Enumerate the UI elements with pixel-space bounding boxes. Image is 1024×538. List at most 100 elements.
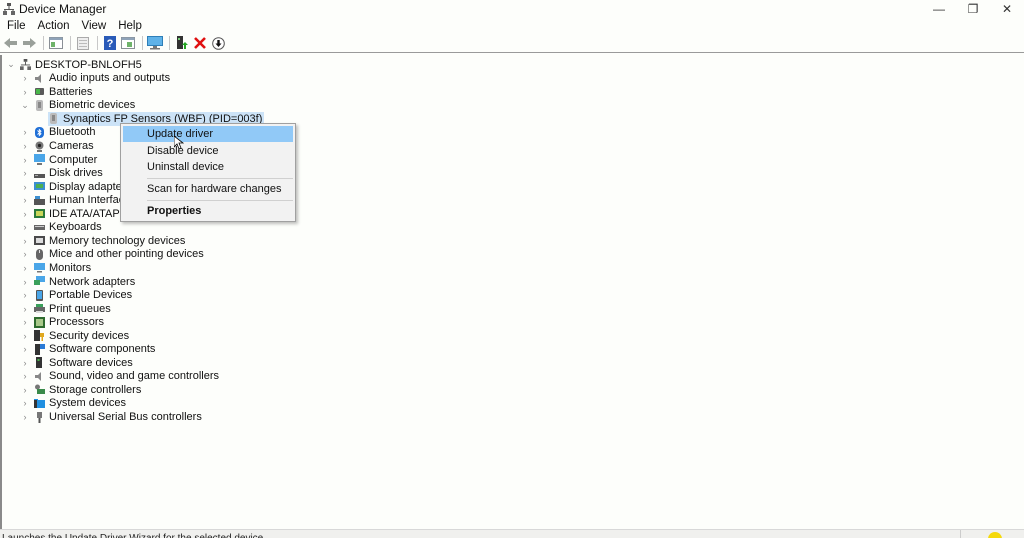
properties-icon	[77, 36, 89, 50]
tree-category-storage-controllers[interactable]: › Storage controllers	[20, 383, 142, 397]
run-button[interactable]	[120, 36, 136, 51]
tree-category-security-devices[interactable]: › Security devices	[20, 329, 130, 343]
chevron-right-icon[interactable]: ›	[20, 263, 30, 273]
keyboard-icon	[34, 222, 45, 233]
update-driver-menu-item[interactable]: Update driver	[123, 126, 293, 142]
software-component-icon	[34, 343, 45, 355]
tree-category-network-adapters[interactable]: › Network adapters	[20, 275, 136, 289]
chevron-right-icon[interactable]: ›	[20, 209, 30, 219]
help-button[interactable]: ?	[102, 36, 118, 51]
chevron-right-icon[interactable]: ›	[20, 182, 30, 192]
tree-category-mice-and-other-pointing-devices[interactable]: › Mice and other pointing devices	[20, 248, 204, 262]
back-button[interactable]	[3, 36, 19, 51]
tree-category-bluetooth[interactable]: › Bluetooth	[20, 126, 96, 140]
chevron-right-icon[interactable]: ›	[20, 331, 30, 341]
storage-icon	[34, 384, 45, 395]
computer-icon	[34, 154, 45, 166]
disable-device-menu-item[interactable]: Disable device	[123, 143, 293, 159]
chevron-right-icon[interactable]: ›	[20, 385, 30, 395]
chevron-right-icon[interactable]: ›	[20, 73, 30, 83]
title-bar: Device Manager — ❐ ✕	[0, 0, 1024, 17]
tree-category-monitors[interactable]: › Monitors	[20, 261, 92, 275]
tree-category-biometric-devices[interactable]: ⌄ Biometric devices	[20, 99, 135, 113]
disk-drive-icon	[34, 168, 45, 179]
chevron-right-icon[interactable]: ›	[20, 290, 30, 300]
uninstall-device-button[interactable]	[192, 36, 208, 51]
chevron-right-icon[interactable]: ›	[20, 195, 30, 205]
chevron-right-icon[interactable]: ›	[20, 87, 30, 97]
tree-category-label: Mice and other pointing devices	[49, 248, 204, 261]
chevron-right-icon[interactable]: ›	[20, 222, 30, 232]
tree-category-processors[interactable]: › Processors	[20, 315, 105, 329]
tree-category-label: Audio inputs and outputs	[49, 72, 171, 85]
menu-view[interactable]: View	[76, 20, 113, 32]
menu-help[interactable]: Help	[112, 20, 148, 32]
chevron-right-icon[interactable]: ›	[20, 127, 30, 137]
chevron-right-icon[interactable]: ›	[20, 344, 30, 354]
tree-category-label: Storage controllers	[49, 383, 142, 396]
chevron-down-icon[interactable]: ⌄	[20, 100, 30, 110]
tree-category-software-components[interactable]: › Software components	[20, 343, 156, 357]
battery-icon	[34, 86, 45, 97]
tree-category-batteries[interactable]: › Batteries	[20, 85, 93, 99]
mouse-icon	[34, 248, 45, 260]
camera-icon	[34, 141, 45, 152]
window-title: Device Manager	[19, 1, 107, 16]
tree-category-computer[interactable]: › Computer	[20, 153, 98, 167]
tree-category-keyboards[interactable]: › Keyboards	[20, 221, 102, 235]
tree-category-memory-technology-devices[interactable]: › Memory technology devices	[20, 234, 186, 248]
forward-button[interactable]	[21, 36, 37, 51]
chevron-right-icon[interactable]: ›	[20, 358, 30, 368]
chevron-right-icon[interactable]: ›	[20, 277, 30, 287]
chevron-right-icon[interactable]: ›	[20, 304, 30, 314]
restore-button[interactable]: ❐	[956, 0, 990, 17]
chevron-right-icon[interactable]: ›	[20, 155, 30, 165]
scan-hardware-menu-item[interactable]: Scan for hardware changes	[123, 181, 293, 197]
tree-category-system-devices[interactable]: › System devices	[20, 397, 127, 411]
console-tree-button[interactable]	[48, 36, 64, 51]
close-button[interactable]: ✕	[990, 0, 1024, 17]
tree-category-label: Disk drives	[49, 167, 103, 180]
notification-icon	[988, 532, 1002, 538]
properties-menu-item[interactable]: Properties	[123, 203, 293, 219]
tree-root[interactable]: ⌄ DESKTOP-BNLOFH5	[6, 58, 142, 72]
processor-icon	[34, 316, 45, 328]
tree-category-universal-serial-bus-controllers[interactable]: › Universal Serial Bus controllers	[20, 410, 202, 424]
tree-category-sound-video-and-game-controllers[interactable]: › Sound, video and game controllers	[20, 370, 220, 384]
update-driver-button[interactable]	[174, 36, 190, 51]
tree-category-software-devices[interactable]: › Software devices	[20, 356, 133, 370]
tree-category-disk-drives[interactable]: › Disk drives	[20, 166, 103, 180]
chevron-right-icon[interactable]: ›	[20, 398, 30, 408]
tree-category-print-queues[interactable]: › Print queues	[20, 302, 111, 316]
minimize-button[interactable]: —	[922, 0, 956, 17]
uninstall-device-menu-item[interactable]: Uninstall device	[123, 159, 293, 175]
chevron-right-icon[interactable]: ›	[20, 249, 30, 259]
arrow-right-icon	[23, 38, 36, 48]
tree-category-display-adapters[interactable]: › Display adapters	[20, 180, 131, 194]
disable-device-button[interactable]	[210, 36, 226, 51]
tree-category-portable-devices[interactable]: › Portable Devices	[20, 288, 133, 302]
chevron-right-icon[interactable]: ›	[20, 412, 30, 422]
chevron-right-icon[interactable]: ›	[20, 168, 30, 178]
menu-action[interactable]: Action	[32, 20, 76, 32]
device-manager-app-icon	[3, 2, 15, 15]
tree-category-label: Software components	[49, 343, 156, 356]
network-icon	[34, 276, 45, 287]
chevron-down-icon[interactable]: ⌄	[6, 59, 16, 70]
chevron-right-icon[interactable]: ›	[20, 371, 30, 381]
menu-bar: File Action View Help	[0, 17, 148, 34]
context-menu: Update driver Disable device Uninstall d…	[120, 123, 296, 222]
toolbar-separator	[97, 36, 98, 50]
properties-button[interactable]	[75, 36, 91, 51]
menu-file[interactable]: File	[0, 20, 32, 32]
tree-category-cameras[interactable]: › Cameras	[20, 139, 94, 153]
update-driver-icon	[177, 36, 188, 49]
memory-icon	[34, 235, 45, 246]
chevron-right-icon[interactable]: ›	[20, 317, 30, 327]
chevron-right-icon[interactable]: ›	[20, 236, 30, 246]
chevron-right-icon[interactable]: ›	[20, 141, 30, 151]
tree-category-audio-inputs-and-outputs[interactable]: › Audio inputs and outputs	[20, 72, 171, 86]
scan-hardware-button[interactable]	[147, 36, 163, 51]
tree-category-label: Computer	[49, 153, 98, 166]
monitor-icon	[34, 262, 45, 273]
